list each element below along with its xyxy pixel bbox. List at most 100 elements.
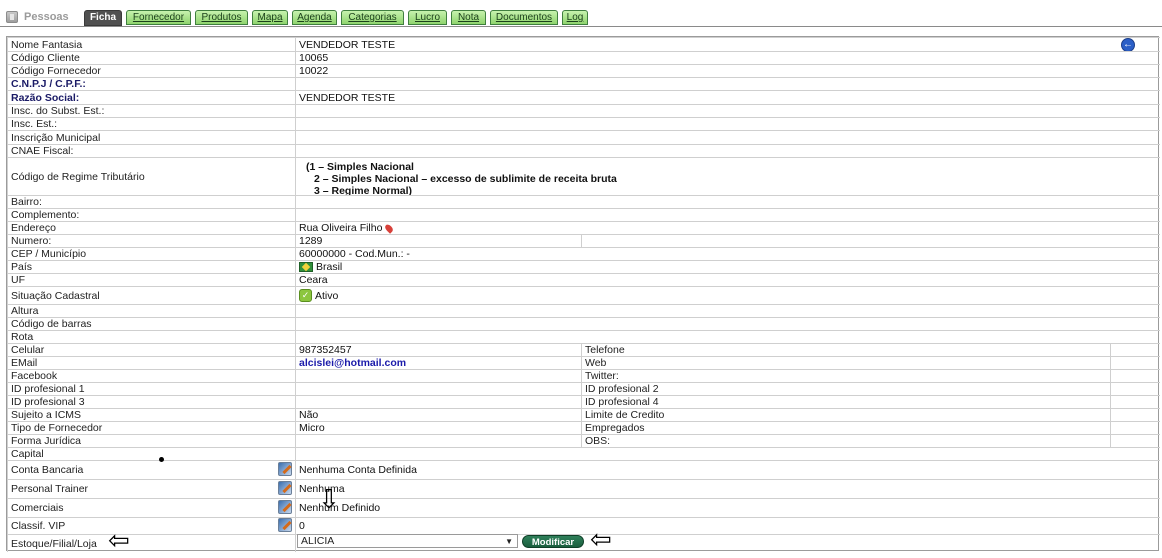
- value-insc-est: [295, 117, 1160, 130]
- tab-produtos[interactable]: Produtos: [195, 10, 248, 25]
- marker-dot: [159, 457, 164, 462]
- value-insc-subst: [295, 104, 1160, 117]
- value-telefone: [1110, 343, 1160, 356]
- label-inscricao-municipal: Inscrição Municipal: [7, 130, 295, 144]
- label-obs: OBS:: [581, 434, 1110, 447]
- tab-log[interactable]: Log: [562, 10, 588, 25]
- tab-agenda[interactable]: Agenda: [292, 10, 337, 25]
- people-icon: [6, 11, 18, 23]
- endereco-text: Rua Oliveira Filho: [299, 222, 383, 234]
- brazil-flag-icon: [299, 262, 313, 272]
- label-pais: País: [7, 260, 295, 273]
- value-bairro: [295, 195, 1160, 208]
- app-title: Pessoas: [6, 9, 69, 25]
- map-pin-icon[interactable]: [384, 222, 395, 234]
- label-limite-credito: Limite de Credito: [581, 408, 1110, 421]
- label-rota: Rota: [7, 330, 295, 343]
- value-comerciais: Nenhum Definido: [295, 498, 1160, 517]
- value-sujeito-icms: Não: [295, 408, 581, 421]
- regime-option-3: 3 – Regime Normal): [314, 185, 413, 195]
- value-email[interactable]: alcislei@hotmail.com: [295, 356, 581, 369]
- value-altura: [295, 304, 1160, 317]
- label-classif-vip: Classif. VIP: [7, 517, 295, 534]
- label-id-prof-3: ID profesional 3: [7, 395, 295, 408]
- chevron-down-icon: ▼: [505, 537, 513, 546]
- tab-bar: Pessoas Ficha Fornecedor Produtos Mapa A…: [0, 0, 1162, 27]
- value-codigo-barras: [295, 317, 1160, 330]
- label-nome-fantasia: Nome Fantasia: [7, 37, 295, 51]
- modificar-button[interactable]: Modificar: [522, 535, 584, 548]
- value-id-prof-3: [295, 395, 581, 408]
- label-uf: UF: [7, 273, 295, 286]
- value-uf: Ceara: [295, 273, 1160, 286]
- tab-fornecedor[interactable]: Fornecedor: [126, 10, 191, 25]
- tab-categorias[interactable]: Categorias: [341, 10, 404, 25]
- situacao-text: Ativo: [315, 289, 339, 302]
- edit-conta-bancaria-icon[interactable]: [278, 462, 292, 476]
- value-razao-social: VENDEDOR TESTE: [295, 90, 1160, 104]
- value-forma-juridica: [295, 434, 581, 447]
- label-capital: Capital: [7, 447, 295, 460]
- value-situacao: ✓ Ativo: [295, 286, 1160, 304]
- edit-classif-vip-icon[interactable]: [278, 518, 292, 532]
- numero-extra-cell: [581, 234, 1160, 247]
- label-codigo-cliente: Código Cliente: [7, 51, 295, 64]
- label-telefone: Telefone: [581, 343, 1110, 356]
- label-facebook: Facebook: [7, 369, 295, 382]
- label-codigo-barras: Código de barras: [7, 317, 295, 330]
- person-form-table: Nome Fantasia VENDEDOR TESTE ← Código Cl…: [6, 36, 1160, 552]
- label-bairro: Bairro:: [7, 195, 295, 208]
- label-insc-est: Insc. Est.:: [7, 117, 295, 130]
- label-cep: CEP / Município: [7, 247, 295, 260]
- estoque-selected-value: ALICIA: [301, 535, 335, 547]
- pais-text: Brasil: [316, 261, 343, 273]
- value-cnpj-cpf: [295, 77, 1160, 90]
- label-forma-juridica: Forma Jurídica: [7, 434, 295, 447]
- tab-ficha[interactable]: Ficha: [84, 10, 122, 26]
- label-id-prof-4: ID profesional 4: [581, 395, 1110, 408]
- value-complemento: [295, 208, 1160, 221]
- value-rota: [295, 330, 1160, 343]
- value-id-prof-1: [295, 382, 581, 395]
- label-web: Web: [581, 356, 1110, 369]
- label-endereco: Endereço: [7, 221, 295, 234]
- regime-option-2: 2 – Simples Nacional – excesso de sublim…: [314, 173, 617, 185]
- tab-lucro[interactable]: Lucro: [408, 10, 447, 25]
- back-arrow-icon[interactable]: ←: [1121, 38, 1135, 52]
- value-inscricao-municipal: [295, 130, 1160, 144]
- value-nome-fantasia: VENDEDOR TESTE: [295, 37, 1160, 51]
- edit-personal-trainer-icon[interactable]: [278, 481, 292, 495]
- value-regime-tributario: (1 – Simples Nacional 2 – Simples Nacion…: [295, 157, 1160, 195]
- value-pais: Brasil: [295, 260, 1160, 273]
- value-id-prof-2: [1110, 382, 1160, 395]
- status-ok-icon: ✓: [299, 289, 312, 302]
- label-personal-trainer: Personal Trainer: [7, 479, 295, 498]
- label-sujeito-icms: Sujeito a ICMS: [7, 408, 295, 421]
- edit-comerciais-icon[interactable]: [278, 500, 292, 514]
- value-conta-bancaria: Nenhuma Conta Definida: [295, 460, 1160, 479]
- tab-nota[interactable]: Nota: [451, 10, 486, 25]
- estoque-select[interactable]: ALICIA ▼: [297, 534, 518, 548]
- label-email: EMail: [7, 356, 295, 369]
- value-obs: [1110, 434, 1160, 447]
- tab-documentos[interactable]: Documentos: [490, 10, 558, 25]
- value-web: [1110, 356, 1160, 369]
- label-insc-subst: Insc. do Subst. Est.:: [7, 104, 295, 117]
- label-razao-social: Razão Social:: [7, 90, 295, 104]
- left-arrow-marker-icon: ⇦: [108, 526, 130, 556]
- value-cep: 60000000 - Cod.Mun.: -: [295, 247, 1160, 260]
- tab-mapa[interactable]: Mapa: [252, 10, 288, 25]
- label-codigo-fornecedor: Código Fornecedor: [7, 64, 295, 77]
- label-cnpj-cpf: C.N.P.J / C.P.F.:: [7, 77, 295, 90]
- label-cnae-fiscal: CNAE Fiscal:: [7, 144, 295, 157]
- value-id-prof-4: [1110, 395, 1160, 408]
- value-personal-trainer: Nenhuma: [295, 479, 1160, 498]
- label-twitter: Twitter:: [581, 369, 1110, 382]
- label-numero: Numero:: [7, 234, 295, 247]
- label-estoque: Estoque/Filial/Loja: [7, 534, 295, 552]
- value-empregados: [1110, 421, 1160, 434]
- left-arrow-marker-icon-2: ⇦: [590, 525, 612, 555]
- label-altura: Altura: [7, 304, 295, 317]
- value-cnae-fiscal: [295, 144, 1160, 157]
- value-facebook: [295, 369, 581, 382]
